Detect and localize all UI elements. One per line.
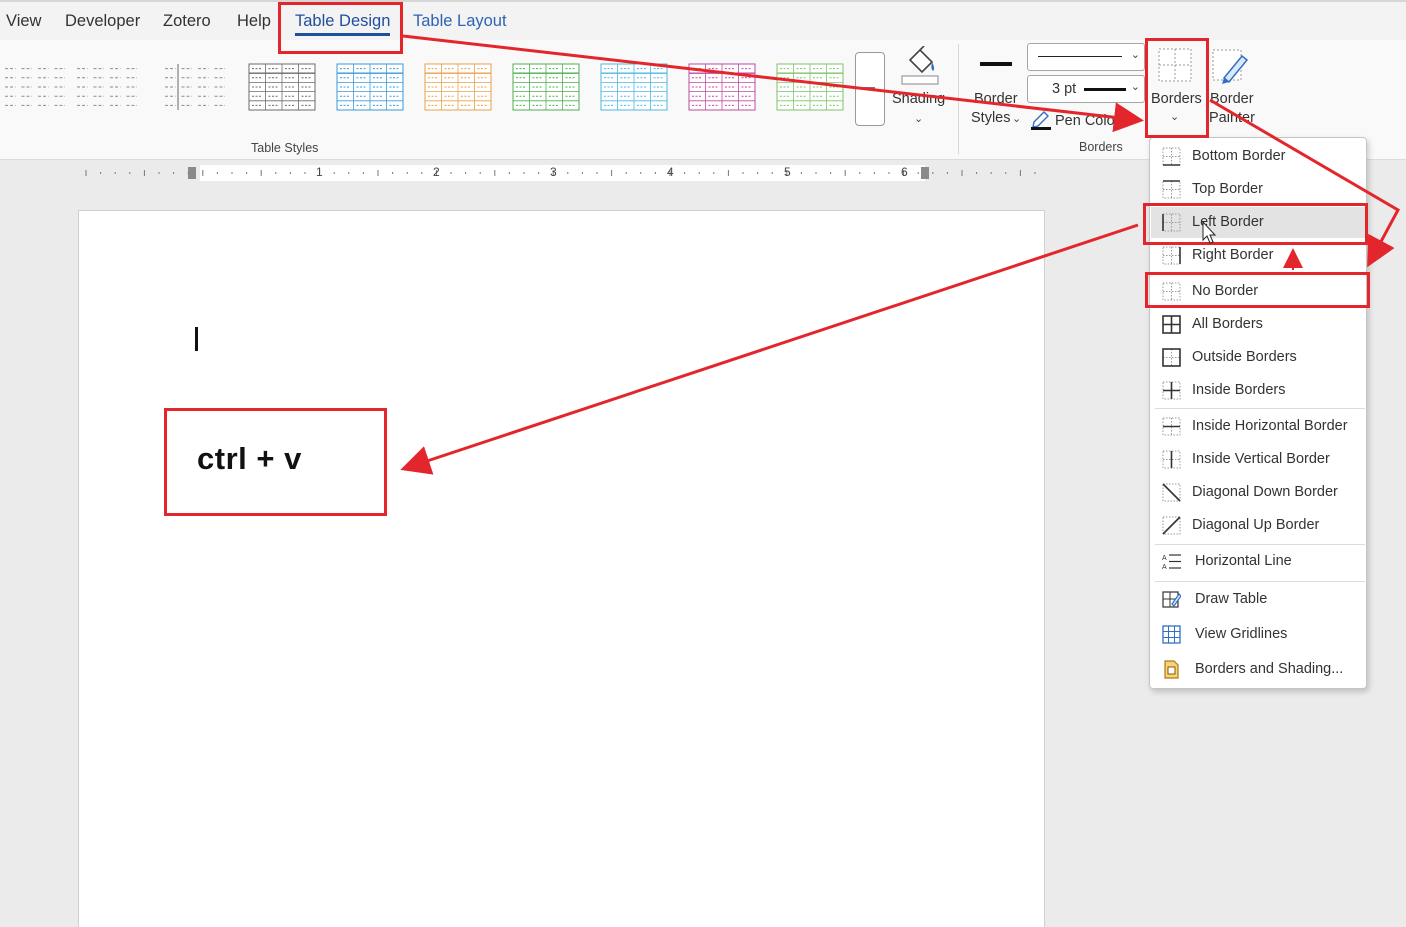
outside-borders-icon <box>1162 348 1181 367</box>
menu-separator <box>1155 544 1365 545</box>
border-style-line-icon <box>980 62 1012 66</box>
ruler-number: 3 <box>550 165 557 179</box>
horizontal-line-icon: AA <box>1162 552 1181 571</box>
menu-item-label: Inside Vertical Border <box>1192 451 1330 467</box>
menu-item-label: Bottom Border <box>1192 148 1286 164</box>
chevron-down-icon: ⌄ <box>1130 49 1140 61</box>
draw-table-icon <box>1162 590 1181 609</box>
shortcut-callout-text: ctrl + v <box>197 441 302 476</box>
border-painter-label-line1: Border <box>1210 91 1254 107</box>
view-gridlines-icon <box>1162 625 1181 644</box>
shortcut-callout-box: ctrl + v <box>164 408 387 516</box>
table-style-thumbnail[interactable] <box>247 62 317 112</box>
tab-table-layout[interactable]: Table Layout <box>413 12 507 31</box>
menu-item-label: Borders and Shading... <box>1195 661 1344 677</box>
menu-item-all-borders[interactable]: All Borders <box>1151 309 1365 340</box>
all-borders-icon <box>1162 315 1181 334</box>
line-weight-preview <box>1084 88 1126 91</box>
group-divider <box>958 44 959 154</box>
annotation-box-left-border <box>1143 203 1368 245</box>
top-border-icon <box>1162 180 1181 199</box>
menu-item-label: Top Border <box>1192 181 1263 197</box>
menu-item-borders-and-shading[interactable]: Borders and Shading... <box>1151 654 1365 685</box>
chevron-down-icon: ⌄ <box>1130 81 1140 93</box>
tab-help[interactable]: Help <box>237 12 271 31</box>
menu-item-view-gridlines[interactable]: View Gridlines <box>1151 619 1365 650</box>
menu-item-label: Inside Horizontal Border <box>1192 418 1348 434</box>
ribbon-tab-bar: View Developer Zotero Help Table Design … <box>0 0 1406 40</box>
ruler-number: 6 <box>901 165 908 179</box>
ruler-number: 5 <box>784 165 791 179</box>
menu-item-outside-borders[interactable]: Outside Borders <box>1151 342 1365 373</box>
inside-borders-icon <box>1162 381 1181 400</box>
menu-item-diagonal-down-border[interactable]: Diagonal Down Border <box>1151 477 1365 508</box>
bottom-border-icon <box>1162 147 1181 166</box>
right-border-icon <box>1162 246 1181 265</box>
menu-item-draw-table[interactable]: Draw Table <box>1151 584 1365 615</box>
border-styles-label-line1: Border <box>974 91 1018 107</box>
border-styles-label-line2: Styles <box>971 110 1011 126</box>
table-style-thumbnail[interactable] <box>335 62 405 112</box>
gallery-more-button[interactable] <box>855 52 885 126</box>
menu-item-bottom-border[interactable]: Bottom Border <box>1151 141 1365 172</box>
table-style-thumbnail[interactable] <box>511 62 581 112</box>
menu-item-label: View Gridlines <box>1195 626 1288 642</box>
tab-developer[interactable]: Developer <box>65 12 140 31</box>
menu-item-horizontal-line[interactable]: A A Horizontal Line <box>1151 546 1365 577</box>
menu-item-top-border[interactable]: Top Border <box>1151 174 1365 205</box>
table-style-thumbnail[interactable] <box>775 62 845 112</box>
menu-item-inside-borders[interactable]: Inside Borders <box>1151 375 1365 406</box>
menu-item-label: Inside Borders <box>1192 382 1286 398</box>
inside-vertical-border-icon <box>1162 450 1181 469</box>
border-painter-icon <box>1212 48 1252 91</box>
menu-item-inside-vertical-border[interactable]: Inside Vertical Border <box>1151 444 1365 475</box>
paint-bucket-icon <box>900 45 940 91</box>
table-styles-group-label: Table Styles <box>251 141 319 155</box>
line-style-preview <box>1038 56 1122 57</box>
ruler-number: 4 <box>667 165 674 179</box>
menu-item-label: Draw Table <box>1195 591 1268 607</box>
diagonal-up-border-icon <box>1162 516 1181 535</box>
menu-item-label: Diagonal Up Border <box>1192 517 1320 533</box>
line-weight-value: 3 pt <box>1052 81 1077 97</box>
inside-horizontal-border-icon <box>1162 417 1181 436</box>
chevron-down-icon: ⌄ <box>914 113 924 125</box>
shading-label: Shading <box>892 91 946 107</box>
table-style-thumbnail[interactable] <box>599 62 669 112</box>
menu-item-inside-horizontal-border[interactable]: Inside Horizontal Border <box>1151 411 1365 442</box>
annotation-box-borders-button <box>1145 38 1209 138</box>
text-insertion-cursor <box>195 327 198 351</box>
menu-item-diagonal-up-border[interactable]: Diagonal Up Border <box>1151 510 1365 541</box>
ruler-number: 2 <box>433 165 440 179</box>
menu-item-label: All Borders <box>1192 316 1263 332</box>
menu-separator <box>1155 581 1365 582</box>
svg-text:A: A <box>1162 555 1167 562</box>
pen-color-label: Pen Color <box>1055 113 1120 129</box>
table-style-thumbnail[interactable] <box>687 62 757 112</box>
annotation-box-no-border <box>1145 272 1370 308</box>
table-style-thumbnail[interactable] <box>72 62 142 112</box>
menu-item-label: Horizontal Line <box>1195 553 1292 569</box>
diagonal-down-border-icon <box>1162 483 1181 502</box>
menu-item-label: Outside Borders <box>1192 349 1297 365</box>
table-style-thumbnail[interactable] <box>0 62 70 112</box>
menu-item-label: Right Border <box>1192 247 1274 263</box>
line-style-dropdown[interactable]: ⌄ <box>1027 43 1145 71</box>
annotation-box-table-design <box>278 2 403 54</box>
svg-text:A: A <box>1162 564 1167 571</box>
border-painter-label-line2: Painter <box>1209 110 1255 126</box>
tab-zotero[interactable]: Zotero <box>163 12 211 31</box>
borders-group-label: Borders <box>1079 140 1123 154</box>
table-style-thumbnail[interactable] <box>423 62 493 112</box>
ruler-number: 1 <box>316 165 323 179</box>
line-weight-dropdown[interactable]: 3 pt ⌄ <box>1027 75 1145 103</box>
borders-and-shading-icon <box>1162 660 1181 679</box>
document-page[interactable] <box>78 210 1045 927</box>
chevron-down-icon: ⌄ <box>1012 113 1022 125</box>
pen-color-icon <box>1030 108 1052 135</box>
tab-view[interactable]: View <box>6 12 41 31</box>
menu-separator <box>1155 408 1365 409</box>
table-style-thumbnail[interactable] <box>160 62 230 112</box>
menu-item-label: Diagonal Down Border <box>1192 484 1338 500</box>
